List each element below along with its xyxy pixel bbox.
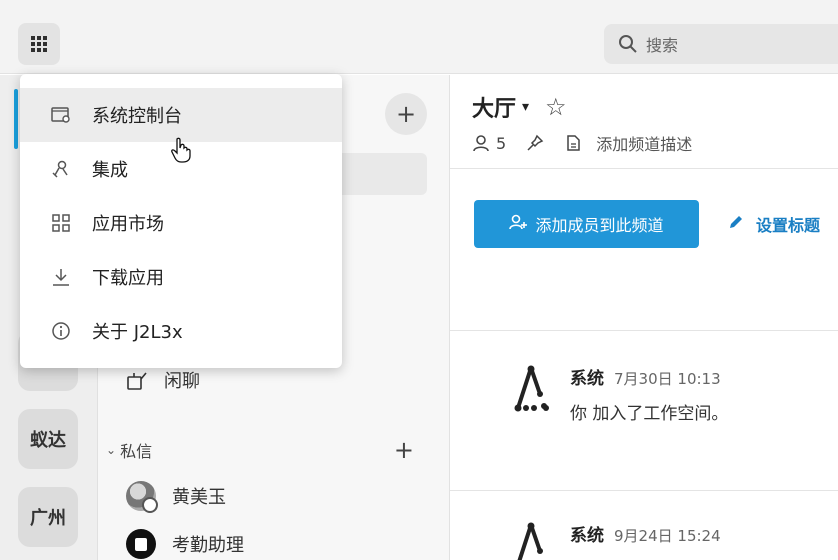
workspace-tile-yida[interactable]: 蚁达 xyxy=(18,409,78,469)
header-divider xyxy=(450,168,838,169)
search-icon xyxy=(619,35,637,53)
product-menu-button[interactable] xyxy=(18,23,60,65)
set-topic-label: 设置标题 xyxy=(756,216,821,235)
add-channel-button[interactable]: + xyxy=(385,93,427,135)
message: 系统 9月24日 15:24 xyxy=(510,521,721,560)
grid-icon xyxy=(31,36,47,52)
hand-cursor-icon xyxy=(171,137,191,163)
channel-item-chat[interactable]: 闲聊 xyxy=(126,365,200,395)
dm-name: 黄美玉 xyxy=(172,487,226,508)
message-author[interactable]: 系统 xyxy=(570,364,604,389)
menu-item-about[interactable]: 关于 J2L3x xyxy=(20,304,342,358)
menu-item-download-apps[interactable]: 下载应用 xyxy=(20,250,342,304)
members-icon[interactable] xyxy=(472,134,490,152)
dm-item[interactable]: 考勤助理 xyxy=(126,527,244,560)
member-count[interactable]: 5 xyxy=(496,134,506,153)
message-time: 9月24日 15:24 xyxy=(614,527,721,545)
dm-item[interactable]: 黄美玉 xyxy=(126,479,226,513)
menu-item-label: 系统控制台 xyxy=(92,106,182,127)
menu-item-label: 下载应用 xyxy=(92,268,164,289)
system-logo-icon xyxy=(517,522,543,560)
product-menu: 系统控制台 集成 应用市场 下载应用 关于 J2L3x xyxy=(20,74,342,368)
avatar xyxy=(126,481,158,513)
add-member-label: 添加成员到此频道 xyxy=(535,216,664,235)
channel-title: 大厅 xyxy=(472,97,517,122)
info-icon xyxy=(50,320,72,342)
system-logo-icon xyxy=(514,365,549,412)
menu-item-label: 关于 J2L3x xyxy=(92,322,183,343)
top-bar: 搜索 xyxy=(0,0,838,74)
workspace-label: 蚁达 xyxy=(30,430,66,451)
file-icon[interactable] xyxy=(564,134,582,152)
dm-section-header[interactable]: ⌄ 私信 + xyxy=(106,436,426,464)
active-workspace-indicator xyxy=(14,89,18,149)
search-placeholder: 搜索 xyxy=(646,36,679,55)
message-text: 你 加入了工作空间。 xyxy=(570,404,729,424)
channel-title-button[interactable]: 大厅 ▾ ☆ xyxy=(472,91,567,123)
menu-item-system-console[interactable]: 系统控制台 xyxy=(20,88,342,142)
dm-name: 考勤助理 xyxy=(172,535,244,556)
dm-section-title: 私信 xyxy=(120,442,153,461)
plus-icon: + xyxy=(395,100,417,128)
workspace-label: 广州 xyxy=(30,508,66,529)
message-author[interactable]: 系统 xyxy=(570,521,604,546)
channel-meta: 5 添加频道描述 xyxy=(472,131,692,155)
add-dm-button[interactable]: + xyxy=(394,436,414,464)
workspace-tile-guangzhou[interactable]: 广州 xyxy=(18,487,78,547)
console-icon xyxy=(50,104,72,126)
integration-icon xyxy=(50,158,72,180)
message: 系统 7月30日 10:13 你 加入了工作空间。 xyxy=(510,364,728,424)
message-content: 系统 9月24日 15:24 xyxy=(570,521,721,560)
menu-item-label: 应用市场 xyxy=(92,214,164,235)
pin-icon[interactable] xyxy=(526,134,544,152)
marketplace-icon xyxy=(50,212,72,234)
menu-item-label: 集成 xyxy=(92,160,128,181)
download-icon xyxy=(50,266,72,288)
chevron-down-icon: ▾ xyxy=(522,99,530,115)
add-user-icon xyxy=(509,213,528,235)
menu-item-marketplace[interactable]: 应用市场 xyxy=(20,196,342,250)
favorite-star-icon[interactable]: ☆ xyxy=(545,93,567,121)
message-divider xyxy=(450,490,838,491)
attendance-bot-avatar xyxy=(126,529,156,559)
message-content: 系统 7月30日 10:13 你 加入了工作空间。 xyxy=(570,364,728,424)
pencil-icon xyxy=(728,214,744,234)
intro-divider xyxy=(450,330,838,331)
channel-label: 闲聊 xyxy=(164,371,200,392)
channel-main: 大厅 ▾ ☆ 5 添加频道描述 添加成员到此频道 设置标题 系统 7月30日 1… xyxy=(450,75,838,560)
add-member-button[interactable]: 添加成员到此频道 xyxy=(474,200,699,248)
set-topic-link[interactable]: 设置标题 xyxy=(728,212,820,236)
channel-chat-icon xyxy=(126,369,148,391)
message-time: 7月30日 10:13 xyxy=(614,370,721,388)
add-channel-description[interactable]: 添加频道描述 xyxy=(596,131,692,155)
chevron-down-icon: ⌄ xyxy=(106,443,117,457)
search-box[interactable]: 搜索 xyxy=(604,24,838,64)
